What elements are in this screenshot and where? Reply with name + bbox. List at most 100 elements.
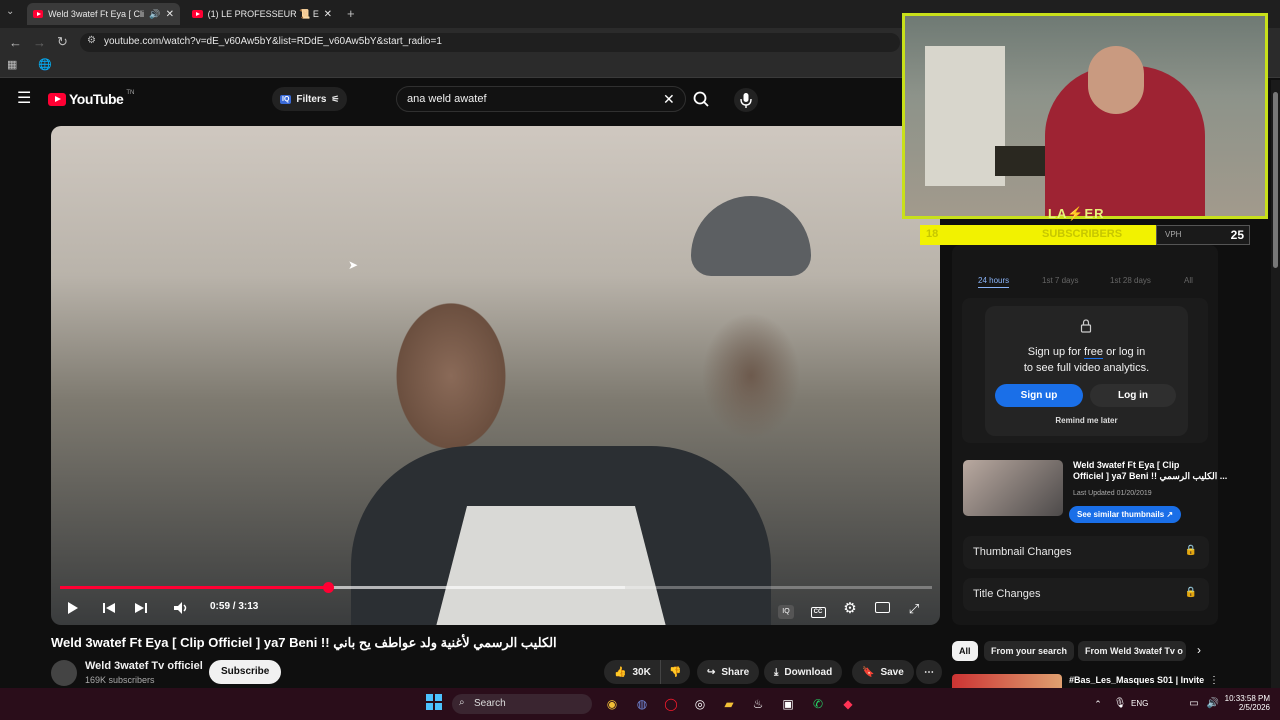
next-video-thumbnail[interactable] — [952, 674, 1062, 688]
search-box[interactable]: ana weld awatef ✕ — [396, 86, 686, 112]
subtitles-button[interactable]: CC — [808, 598, 828, 618]
app-taskbar-icon-2[interactable]: ◆ — [838, 694, 858, 714]
menu-icon[interactable]: ☰ — [17, 91, 31, 107]
clear-search-icon[interactable]: ✕ — [663, 91, 675, 108]
taskbar-clock[interactable]: 10:33:58 PM 2/5/2026 — [1222, 694, 1270, 712]
stream-logo: LA⚡ER — [1048, 206, 1105, 221]
download-icon: ⤓ — [774, 666, 779, 678]
tray-overflow-icon[interactable]: ⌃ — [1088, 694, 1108, 714]
url-text: youtube.com/watch?v=dE_v60Aw5bY&list=RDd… — [104, 36, 442, 47]
theater-mode-button[interactable] — [872, 598, 892, 618]
chip-from-your-search[interactable]: From your search — [984, 641, 1075, 661]
vidiq-icon: IQ — [280, 94, 292, 104]
remind-later-link[interactable]: Remind me later — [985, 416, 1188, 425]
discord-taskbar-icon[interactable]: ◍ — [632, 694, 652, 714]
see-similar-thumbnails-button[interactable]: See similar thumbnails ↗ — [1069, 506, 1182, 523]
vidiq-player-button[interactable]: IQ — [776, 598, 796, 619]
start-icon[interactable] — [424, 694, 444, 714]
back-icon[interactable]: ← — [9, 36, 22, 49]
volume-button[interactable] — [171, 598, 191, 618]
save-button[interactable]: 🔖 Save — [852, 660, 914, 684]
audio-icon[interactable]: 🔊 — [149, 9, 160, 20]
chevron-right-icon[interactable]: › — [1197, 643, 1201, 657]
share-button[interactable]: ↪ Share — [697, 660, 760, 684]
more-actions-button[interactable]: ⋯ — [916, 660, 942, 684]
youtube-logo[interactable]: YouTube TN — [48, 90, 134, 107]
thumbnail-changes-row[interactable]: Thumbnail Changes 🔒 — [963, 536, 1209, 569]
page-scrollbar-thumb[interactable] — [1273, 92, 1278, 268]
save-label: Save — [880, 666, 904, 678]
globe-icon[interactable]: 🌐 — [38, 60, 52, 71]
login-button[interactable]: Log in — [1090, 384, 1176, 407]
chrome-taskbar-icon[interactable]: ◉ — [602, 694, 622, 714]
bookmark-icon: 🔖 — [862, 666, 875, 678]
search-button[interactable] — [686, 86, 718, 112]
search-icon: ⌕ — [459, 697, 465, 708]
download-button[interactable]: ⤓ Download — [764, 660, 843, 684]
chip-all[interactable]: All — [952, 641, 978, 661]
steam-taskbar-icon[interactable]: ♨ — [748, 694, 768, 714]
signup-button[interactable]: Sign up — [995, 384, 1083, 407]
filters-button[interactable]: IQ Filters ⚟ — [272, 87, 348, 111]
apps-grid-icon[interactable]: ▦ — [7, 60, 17, 71]
close-tab-icon[interactable]: ✕ — [324, 9, 332, 20]
opera-taskbar-icon[interactable]: ◯ — [661, 694, 681, 714]
new-tab-button[interactable]: + — [347, 7, 355, 20]
folder-taskbar-icon[interactable]: ▰ — [719, 694, 739, 714]
channel-name[interactable]: Weld 3watef Tv officiel — [85, 660, 203, 672]
youtube-favicon-icon — [192, 10, 203, 18]
youtube-logo-icon — [48, 92, 66, 106]
title-changes-row[interactable]: Title Changes 🔒 — [963, 578, 1209, 611]
range-tab-24h[interactable]: 24 hours — [978, 276, 1010, 288]
download-label: Download — [784, 666, 833, 678]
chip-from-channel[interactable]: From Weld 3watef Tv o — [1078, 641, 1186, 661]
video-player[interactable] — [51, 126, 940, 625]
range-tab-all[interactable]: All — [1184, 276, 1193, 285]
tab-list-icon[interactable]: ⌄ — [6, 7, 14, 17]
progress-scrubber[interactable] — [322, 582, 334, 593]
more-vertical-icon[interactable]: ⋮ — [1209, 675, 1219, 686]
dislike-button[interactable]: 👎 — [660, 660, 690, 684]
search-input[interactable]: ana weld awatef — [407, 93, 487, 105]
fullscreen-icon: ⤢ — [908, 601, 920, 616]
network-icon[interactable]: ▭ — [1184, 694, 1204, 714]
subscribe-button[interactable]: Subscribe — [209, 660, 282, 684]
next-video-title[interactable]: #Bas_Les_Masques S01 | Invite — [1069, 675, 1204, 685]
taskbar-search[interactable]: ⌕ Search — [452, 694, 592, 714]
whatsapp-taskbar-icon[interactable]: ✆ — [808, 694, 828, 714]
mouse-cursor-icon: ➤ — [348, 258, 359, 272]
progress-played — [60, 586, 328, 589]
channel-avatar[interactable] — [51, 660, 77, 686]
next-button[interactable] — [131, 598, 151, 618]
reload-icon[interactable]: ↻ — [57, 35, 68, 48]
subscriber-counter-value: 18 — [926, 228, 939, 240]
video-thumbnail[interactable] — [963, 460, 1063, 516]
tab-inactive[interactable]: (1) LE PROFESSEUR 📜 Ep 02 🎬 ✕ — [186, 3, 338, 25]
site-info-icon[interactable]: ⚙ — [87, 36, 96, 46]
settings-button[interactable]: ⚙ — [840, 598, 860, 618]
tab-active[interactable]: Weld 3watef Ft Eya [ Clip Of 🔊 ✕ — [27, 3, 180, 25]
video-frame-shirt — [431, 506, 671, 625]
windows-logo-icon — [426, 694, 442, 710]
url-field[interactable]: ⚙ youtube.com/watch?v=dE_v60Aw5bY&list=R… — [80, 33, 900, 52]
search-icon — [693, 91, 709, 107]
play-button[interactable] — [62, 598, 82, 618]
play-icon — [68, 602, 78, 614]
voice-search-button[interactable] — [734, 88, 758, 112]
range-tab-28days[interactable]: 1st 28 days — [1110, 276, 1151, 285]
previous-button[interactable] — [99, 598, 119, 618]
language-indicator[interactable]: ENG — [1131, 699, 1148, 708]
obs-taskbar-icon[interactable]: ▣ — [778, 694, 798, 714]
theater-icon — [874, 602, 890, 613]
range-tab-7days[interactable]: 1st 7 days — [1042, 276, 1078, 285]
speaker-icon[interactable]: 🔊 — [1203, 694, 1223, 714]
time-display: 0:59 / 3:13 — [210, 601, 259, 612]
forward-icon[interactable]: → — [33, 36, 46, 49]
fullscreen-button[interactable]: ⤢ — [904, 598, 924, 618]
microphone-tray-icon[interactable]: 🎙 — [1110, 694, 1130, 714]
like-button[interactable]: 👍 30K — [604, 660, 660, 684]
taskbar-date: 2/5/2026 — [1238, 703, 1270, 712]
app-taskbar-icon[interactable]: ◎ — [690, 694, 710, 714]
close-tab-icon[interactable]: ✕ — [166, 9, 174, 20]
youtube-logo-text: YouTube — [69, 91, 124, 107]
